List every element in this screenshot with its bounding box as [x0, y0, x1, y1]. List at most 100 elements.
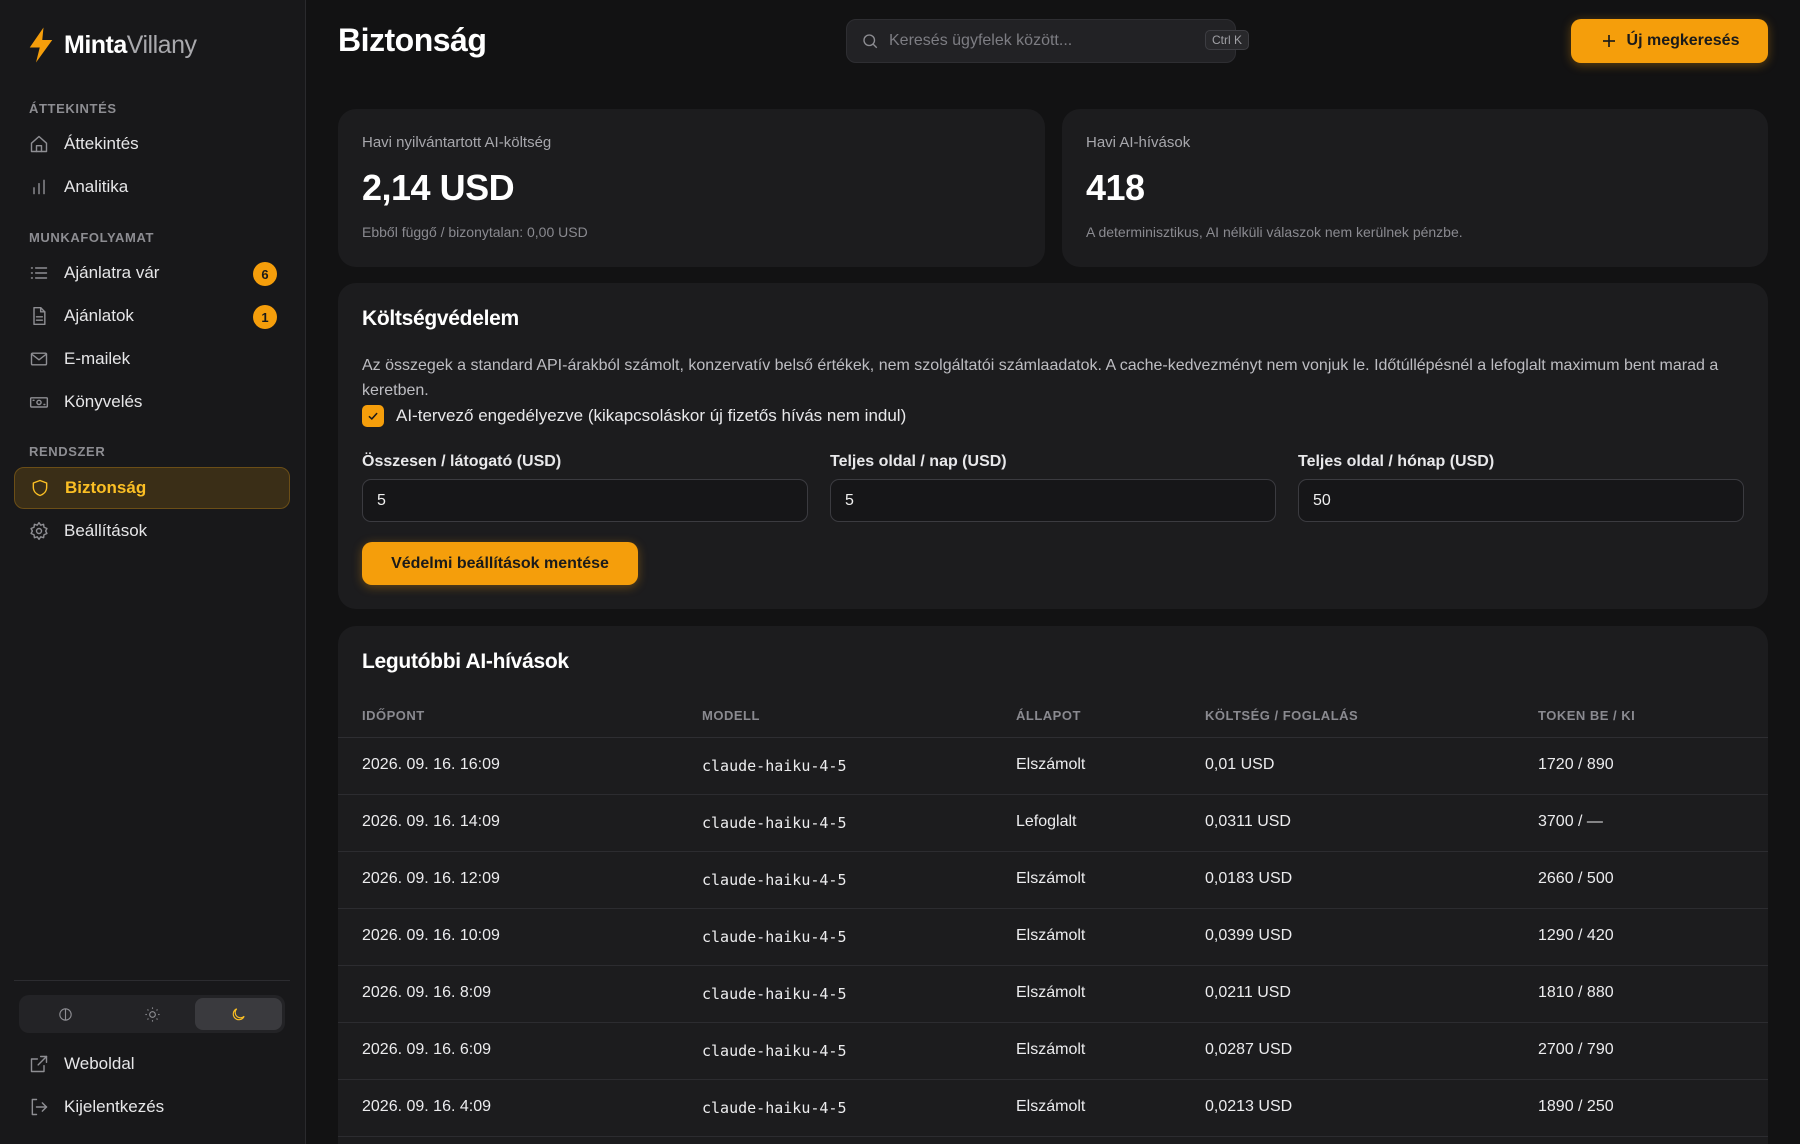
home-icon	[28, 133, 50, 155]
theme-switcher	[19, 995, 285, 1033]
card-title: Költségvédelem	[362, 307, 519, 330]
cell-status: Elszámolt	[1016, 870, 1086, 887]
search-icon	[863, 34, 878, 49]
section-label-workflow: MUNKAFOLYAMAT	[29, 230, 155, 245]
cell-time: 2026. 09. 16. 10:09	[362, 927, 500, 944]
ai-planner-toggle-row: AI-tervező engedélyezve (kikapcsoláskor …	[362, 405, 906, 427]
column-header-tokens: TOKEN BE / KI	[1538, 708, 1636, 723]
stat-value: 418	[1086, 167, 1145, 208]
cell-status: Elszámolt	[1016, 756, 1086, 773]
sidebar-item-label: Ajánlatra vár	[64, 263, 160, 282]
save-protection-button[interactable]: Védelmi beállítások mentése	[362, 542, 638, 585]
cell-tokens: 1720 / 890	[1538, 756, 1614, 773]
cell-tokens: 2700 / 790	[1538, 1041, 1614, 1058]
page-title: Biztonság	[338, 22, 487, 58]
sun-icon	[144, 1006, 160, 1022]
cost-protection-card: Költségvédelem Az összegek a standard AP…	[338, 283, 1768, 609]
cell-status: Elszámolt	[1016, 1098, 1086, 1115]
sidebar-item-label: Kijelentkezés	[64, 1097, 165, 1116]
sidebar-item-label: Beállítások	[64, 521, 148, 540]
protection-description: Az összegek a standard API-árakból számo…	[362, 357, 1719, 399]
count-badge: 1	[253, 305, 277, 329]
column-header-model: MODELL	[702, 708, 760, 723]
mail-icon	[28, 348, 50, 370]
cell-cost: 0,0311 USD	[1205, 813, 1291, 830]
cell-time: 2026. 09. 16. 6:09	[362, 1041, 491, 1058]
lightning-icon	[29, 27, 53, 63]
column-header-cost: KÖLTSÉG / FOGLALÁS	[1205, 708, 1359, 723]
sidebar-item-overview[interactable]: Áttekintés	[14, 123, 290, 165]
sidebar-item-quotes[interactable]: Ajánlatok 1	[14, 295, 290, 337]
plus-icon	[1602, 35, 1615, 47]
sidebar: MintaVillany ÁTTEKINTÉS Áttekintés Anali…	[0, 0, 306, 1144]
ai-planner-checkbox[interactable]	[362, 405, 384, 427]
table-row: 2026. 09. 16. 6:09 claude-haiku-4-5 Elsz…	[338, 1023, 1768, 1080]
stat-subtext: Ebből függő / bizonytalan: 0,00 USD	[362, 224, 588, 240]
sidebar-item-security[interactable]: Biztonság	[14, 467, 290, 509]
sidebar-item-accounting[interactable]: Könyvelés	[14, 381, 290, 423]
cell-model: claude-haiku-4-5	[702, 871, 847, 889]
sidebar-item-analytics[interactable]: Analitika	[14, 166, 290, 208]
sidebar-item-label: Weboldal	[64, 1054, 135, 1073]
theme-system-option[interactable]	[22, 998, 109, 1030]
card-title: Legutóbbi AI-hívások	[362, 650, 569, 673]
cell-time: 2026. 09. 16. 14:09	[362, 813, 500, 830]
cell-model: claude-haiku-4-5	[702, 1099, 847, 1117]
cell-model: claude-haiku-4-5	[702, 814, 847, 832]
table-row: 2026. 09. 16. 4:09 claude-haiku-4-5 Elsz…	[338, 1080, 1768, 1137]
cell-tokens: 1810 / 880	[1538, 984, 1614, 1001]
sidebar-item-label: Áttekintés	[64, 134, 139, 153]
cell-time: 2026. 09. 16. 4:09	[362, 1098, 491, 1115]
cell-status: Lefoglalt	[1016, 813, 1077, 830]
cell-status: Elszámolt	[1016, 927, 1086, 944]
count-badge: 6	[253, 262, 277, 286]
sidebar-divider	[14, 980, 290, 981]
stat-label: Havi AI-hívások	[1086, 134, 1191, 151]
cell-time: 2026. 09. 16. 8:09	[362, 984, 491, 1001]
search-shortcut-hint: Ctrl K	[1205, 30, 1249, 50]
sidebar-item-settings[interactable]: Beállítások	[14, 510, 290, 552]
sidebar-item-logout[interactable]: Kijelentkezés	[14, 1086, 290, 1128]
daily-limit-input[interactable]	[830, 479, 1276, 522]
table-row: 2026. 09. 16. 16:09 claude-haiku-4-5 Els…	[338, 738, 1768, 795]
per-visitor-limit-input[interactable]	[362, 479, 808, 522]
cell-status: Elszámolt	[1016, 1041, 1086, 1058]
sidebar-item-emails[interactable]: E-mailek	[14, 338, 290, 380]
section-label-system: RENDSZER	[29, 444, 106, 459]
cell-cost: 0,01 USD	[1205, 756, 1275, 773]
table-row: 2026. 09. 16. 14:09 claude-haiku-4-5 Lef…	[338, 795, 1768, 852]
cell-tokens: 1890 / 250	[1538, 1098, 1614, 1115]
cell-time: 2026. 09. 16. 16:09	[362, 756, 500, 773]
sidebar-item-label: Ajánlatok	[64, 306, 134, 325]
cell-time: 2026. 09. 16. 12:09	[362, 870, 500, 887]
sidebar-item-website[interactable]: Weboldal	[14, 1043, 290, 1085]
sidebar-item-awaiting-quote[interactable]: Ajánlatra vár 6	[14, 252, 290, 294]
sidebar-item-label: Biztonság	[65, 478, 147, 497]
ai-planner-checkbox-label[interactable]: AI-tervező engedélyezve (kikapcsoláskor …	[396, 406, 906, 426]
table-row: 2026. 09. 16. 12:09 claude-haiku-4-5 Els…	[338, 852, 1768, 909]
cell-cost: 0,0399 USD	[1205, 927, 1293, 944]
brand-name: MintaVillany	[64, 30, 197, 59]
new-inquiry-button[interactable]: Új megkeresés	[1571, 19, 1768, 63]
stat-label: Havi nyilvántartott AI-költség	[362, 134, 552, 151]
field-label-per-month: Teljes oldal / hónap (USD)	[1298, 453, 1495, 470]
cell-tokens: 1290 / 420	[1538, 927, 1614, 944]
monthly-limit-input[interactable]	[1298, 479, 1744, 522]
gear-icon	[28, 520, 50, 542]
recent-calls-card: Legutóbbi AI-hívások IDŐPONT MODELL ÁLLA…	[338, 626, 1768, 1144]
cell-cost: 0,0287 USD	[1205, 1041, 1293, 1058]
bar-chart-icon	[28, 176, 50, 198]
sidebar-item-label: E-mailek	[64, 349, 131, 368]
search-input[interactable]	[889, 32, 1189, 50]
theme-light-option[interactable]	[109, 998, 196, 1030]
cell-cost: 0,0211 USD	[1205, 984, 1291, 1001]
cell-status: Elszámolt	[1016, 984, 1086, 1001]
cell-model: claude-haiku-4-5	[702, 985, 847, 1003]
external-link-icon	[28, 1053, 50, 1075]
checkmark-icon	[368, 412, 378, 420]
stat-value: 2,14 USD	[362, 167, 515, 208]
brand-logo[interactable]: MintaVillany	[26, 26, 197, 64]
list-icon	[28, 262, 50, 284]
theme-dark-option[interactable]	[195, 998, 283, 1030]
column-header-time: IDŐPONT	[362, 708, 425, 723]
